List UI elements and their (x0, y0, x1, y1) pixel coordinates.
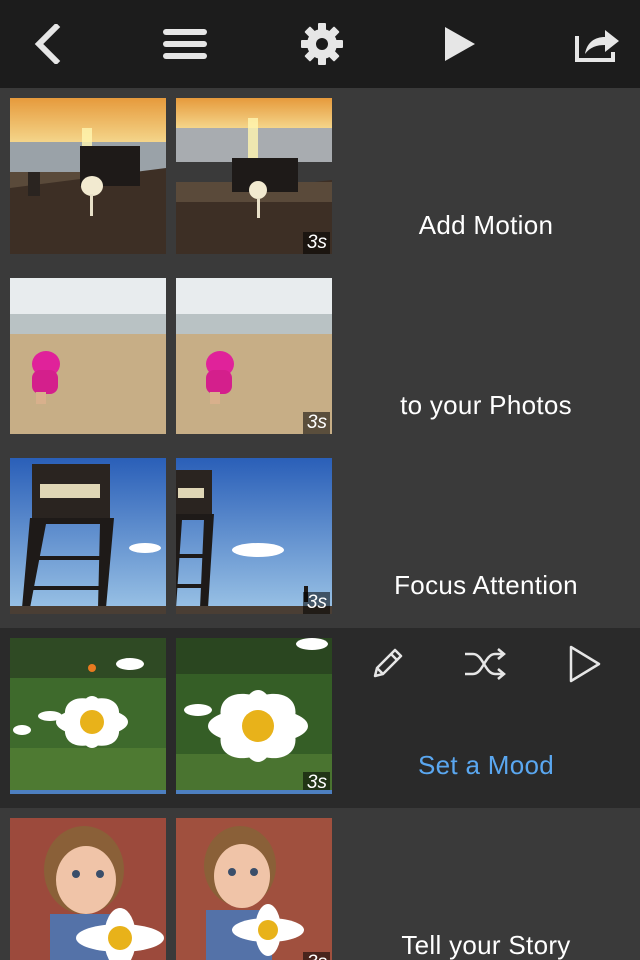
back-chevron-icon (34, 24, 61, 64)
selection-indicator (176, 790, 332, 794)
clip-row[interactable]: 3s Add Motion (0, 88, 640, 268)
sunset-table-photo (176, 98, 332, 254)
shuffle-button[interactable] (462, 642, 510, 686)
daisies-photo (10, 638, 166, 794)
row-actions (332, 642, 640, 686)
play-button[interactable] (435, 19, 485, 69)
clip-row[interactable]: 3s to your Photos (0, 268, 640, 448)
clip-row[interactable]: 3s Tell your Story (0, 808, 640, 960)
menu-button[interactable] (160, 19, 210, 69)
duration-label: 3s (302, 412, 330, 434)
lifeguard-tower-photo (10, 458, 166, 614)
gear-icon (301, 23, 343, 65)
photo-thumbnail[interactable]: 3s (176, 638, 332, 794)
clip-list: 3s Add Motion 3s to your Photos 3s Focus… (0, 88, 640, 960)
duration-label: 3s (302, 952, 330, 960)
share-icon (575, 30, 619, 62)
share-button[interactable] (572, 19, 622, 69)
play-outline-icon (569, 645, 600, 683)
lifeguard-tower-photo (176, 458, 332, 614)
edit-button[interactable] (363, 642, 411, 686)
daisies-photo (176, 638, 332, 794)
clip-row[interactable]: 3s Focus Attention (0, 448, 640, 628)
preview-button[interactable] (561, 642, 609, 686)
beach-child-photo (10, 278, 166, 434)
photo-thumbnail[interactable] (10, 278, 166, 434)
girl-with-daisy-photo (10, 818, 166, 960)
row-caption: to your Photos (400, 390, 572, 420)
selection-indicator (10, 790, 166, 794)
row-caption: Tell your Story (401, 930, 571, 960)
clip-row-selected[interactable]: 3s Set a Mood (0, 628, 640, 808)
photo-thumbnail[interactable] (10, 458, 166, 614)
sunset-table-photo (10, 98, 166, 254)
girl-with-daisy-photo (176, 818, 332, 960)
photo-thumbnail[interactable] (10, 818, 166, 960)
row-caption: Add Motion (418, 210, 554, 240)
duration-label: 3s (302, 232, 330, 254)
row-caption: Set a Mood (418, 750, 554, 780)
photo-thumbnail[interactable]: 3s (176, 278, 332, 434)
row-caption: Focus Attention (394, 570, 578, 600)
photo-thumbnail[interactable]: 3s (176, 458, 332, 614)
back-button[interactable] (22, 19, 72, 69)
beach-child-photo (176, 278, 332, 434)
duration-label: 3s (302, 592, 330, 614)
photo-thumbnail[interactable] (10, 98, 166, 254)
shuffle-icon (464, 648, 506, 680)
photo-thumbnail[interactable]: 3s (176, 818, 332, 960)
play-icon (444, 27, 475, 61)
menu-icon (162, 29, 207, 59)
settings-button[interactable] (297, 19, 347, 69)
photo-thumbnail[interactable]: 3s (176, 98, 332, 254)
pencil-icon (374, 648, 403, 678)
photo-thumbnail[interactable] (10, 638, 166, 794)
top-toolbar (0, 0, 640, 88)
